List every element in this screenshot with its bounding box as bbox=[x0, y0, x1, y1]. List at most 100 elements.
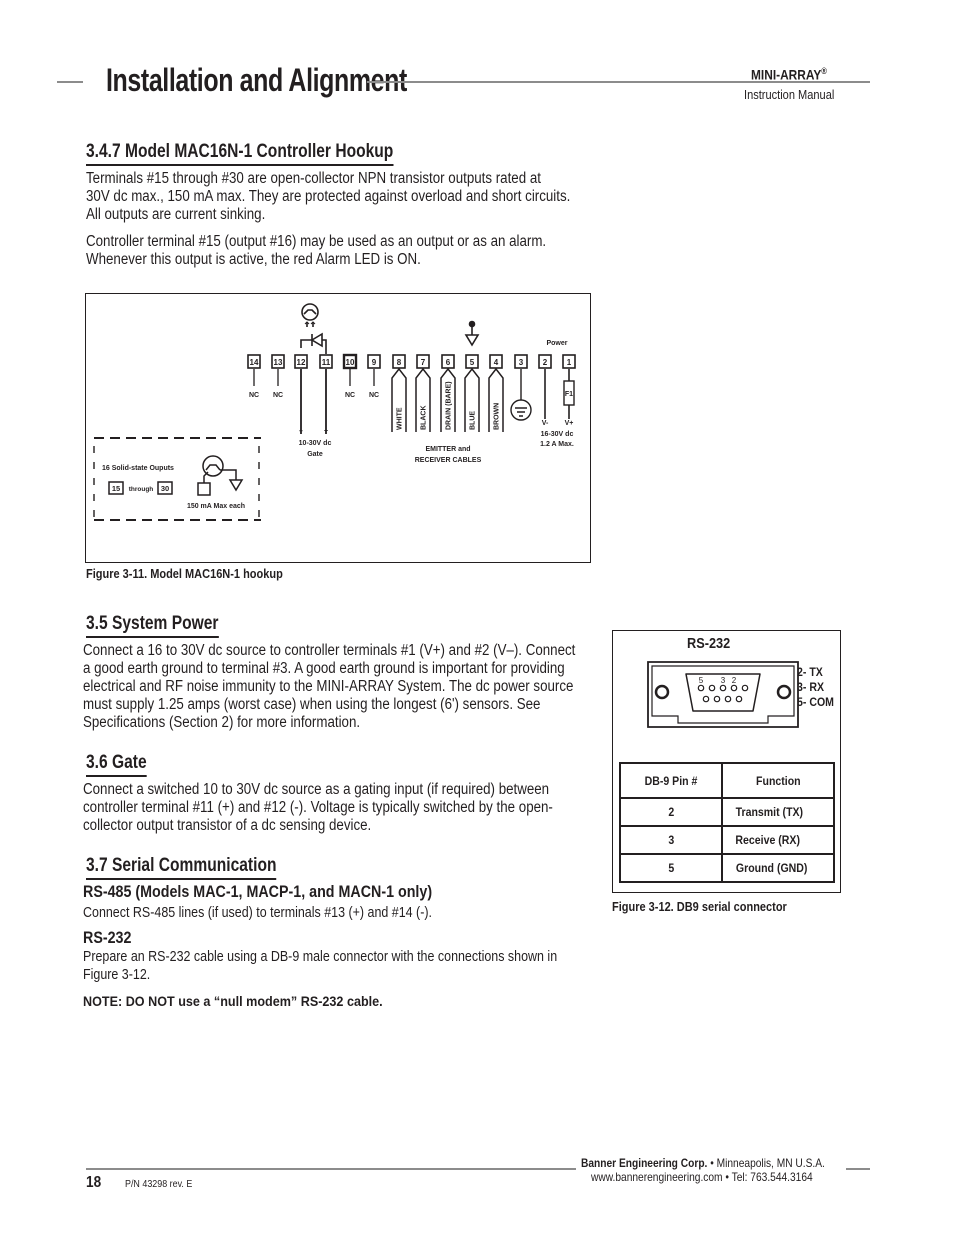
pin-label-3: 3 bbox=[721, 676, 726, 685]
page-title: Installation and Alignment bbox=[106, 62, 407, 98]
footer-rule-right bbox=[846, 1168, 870, 1170]
cable-color-label: BROWN bbox=[494, 403, 501, 430]
terminal-blocks: 14 13 12 11 10 9 8 7 6 5 4 3 2 1 bbox=[247, 353, 576, 370]
section-3-5-paragraph: Connect a 16 to 30V dc source to control… bbox=[83, 642, 575, 732]
text-line: electrical and RF noise immunity to the … bbox=[83, 678, 574, 695]
text-line: Specifications (Section 2) for more info… bbox=[83, 714, 361, 731]
section-heading-3-4-7: 3.4.7 Model MAC16N-1 Controller Hookup bbox=[86, 141, 394, 166]
pin-label-5: 5 bbox=[699, 676, 704, 685]
cables-label: RECEIVER CABLES bbox=[415, 457, 482, 464]
figure-3-11-caption: Figure 3-11. Model MAC16N-1 hookup bbox=[86, 567, 283, 581]
null-modem-note: NOTE: DO NOT use a “null modem” RS-232 c… bbox=[83, 993, 383, 1009]
text-line: Figure 3-12. bbox=[83, 967, 151, 983]
rs485-heading: RS-485 (Models MAC-1, MACP-1, and MACN-1… bbox=[83, 882, 433, 901]
section-heading-3-5: 3.5 System Power bbox=[86, 613, 219, 638]
cables-label: EMITTER and bbox=[425, 446, 470, 453]
v-plus-label: V+ bbox=[565, 420, 574, 427]
opto-transistor-icon bbox=[301, 303, 319, 327]
table-row: 2 Transmit (TX) bbox=[619, 797, 835, 827]
manual-subtitle: Instruction Manual bbox=[744, 87, 835, 102]
gate-minus-label: – bbox=[299, 428, 303, 435]
terminal-label-4: 4 bbox=[494, 358, 499, 367]
function-cell: Receive (RX) bbox=[721, 825, 835, 855]
cable-color-label: WHITE bbox=[397, 407, 404, 430]
text-line: Terminals #15 through #30 are open-colle… bbox=[86, 170, 541, 187]
section-heading-3-7: 3.7 Serial Communication bbox=[86, 855, 277, 880]
gate-plus-label: + bbox=[324, 428, 328, 435]
rs485-paragraph: Connect RS-485 lines (if used) to termin… bbox=[83, 904, 432, 922]
terminal-label-14: 14 bbox=[250, 358, 259, 367]
terminal-label-8: 8 bbox=[397, 358, 402, 367]
cable-color-label: DRAIN (BARE) bbox=[446, 381, 453, 430]
pin-cell: 2 bbox=[619, 797, 723, 827]
earth-ground-icon bbox=[510, 369, 532, 421]
header-rule-left bbox=[57, 81, 83, 83]
diode-icon bbox=[300, 332, 327, 354]
pin-label-2: 2 bbox=[732, 676, 737, 685]
section-3-6-paragraph: Connect a switched 10 to 30V dc source a… bbox=[83, 781, 553, 835]
outputs-from-label: 15 bbox=[112, 484, 120, 493]
terminal-label-11: 11 bbox=[322, 358, 331, 367]
terminal-label-1: 1 bbox=[567, 358, 572, 367]
table-row: 3 Receive (RX) bbox=[619, 825, 835, 855]
part-number: P/N 43298 rev. E bbox=[125, 1178, 193, 1190]
nc-label: NC bbox=[273, 392, 283, 399]
text-line: Connect RS-485 lines (if used) to termin… bbox=[83, 905, 432, 921]
nc-label: NC bbox=[369, 392, 379, 399]
contact-line: www.bannerengineering.com • Tel: 763.544… bbox=[591, 1170, 813, 1184]
pin-cell: 3 bbox=[619, 825, 723, 855]
function-cell: Transmit (TX) bbox=[721, 797, 835, 827]
shield-drain-arrow-icon bbox=[464, 320, 480, 347]
figure-3-12-db9-connector: RS-232 5 3 2 2- TX 3- RX 5- COM DB-9 Pin… bbox=[612, 630, 841, 893]
db9-pin-table: DB-9 Pin # Function 2 Transmit (TX) 3 Re… bbox=[619, 762, 835, 883]
section-3-4-7-paragraph-1: Terminals #15 through #30 are open-colle… bbox=[86, 170, 570, 224]
outputs-to-label: 30 bbox=[161, 484, 169, 493]
section-3-4-7-paragraph-2: Controller terminal #15 (output #16) may… bbox=[86, 233, 546, 269]
brand-name: MINI-ARRAY bbox=[751, 66, 822, 83]
company-location: • Minneapolis, MN U.S.A. bbox=[707, 1156, 825, 1170]
terminal-label-5: 5 bbox=[470, 358, 475, 367]
terminal-label-9: 9 bbox=[372, 358, 377, 367]
terminal-label-13: 13 bbox=[274, 358, 283, 367]
pin-mapping-list: 2- TX 3- RX 5- COM bbox=[797, 665, 834, 710]
nc-label: NC bbox=[249, 392, 259, 399]
terminal-label-6: 6 bbox=[446, 358, 451, 367]
outputs-rating-label: 150 mA Max each bbox=[187, 503, 245, 510]
db9-connector-icon: 5 3 2 bbox=[647, 661, 799, 728]
text-line: Connect a 16 to 30V dc source to control… bbox=[83, 642, 576, 659]
v-minus-label: V- bbox=[542, 420, 549, 427]
text-line: Connect a switched 10 to 30V dc source a… bbox=[83, 781, 550, 798]
terminal-label-3: 3 bbox=[519, 358, 524, 367]
power-label: Power bbox=[546, 340, 567, 347]
figure-3-11-hookup-diagram: 14 13 12 11 10 9 8 7 6 5 4 3 2 1 NC NC N… bbox=[85, 293, 591, 563]
text-line: 30V dc max., 150 mA max. They are protec… bbox=[86, 188, 571, 205]
power-spec: 1.2 A Max. bbox=[540, 441, 574, 448]
terminal-label-7: 7 bbox=[421, 358, 426, 367]
table-row: 5 Ground (GND) bbox=[619, 853, 835, 883]
outputs-label: 16 Solid-state Ouputs bbox=[102, 465, 174, 472]
rs232-paragraph: Prepare an RS-232 cable using a DB-9 mal… bbox=[83, 948, 557, 984]
rs232-heading: RS-232 bbox=[83, 928, 132, 947]
terminal-label-2: 2 bbox=[543, 358, 548, 367]
footer-rule-left bbox=[86, 1168, 576, 1170]
nc-wires bbox=[253, 369, 375, 386]
wiring-diagram: 14 13 12 11 10 9 8 7 6 5 4 3 2 1 NC NC N… bbox=[93, 303, 576, 521]
rs232-title: RS-232 bbox=[687, 635, 731, 652]
terminal-label-12: 12 bbox=[297, 358, 306, 367]
page-number: 18 bbox=[86, 1174, 102, 1191]
figure-3-12-caption: Figure 3-12. DB9 serial connector bbox=[612, 900, 787, 914]
pin-map-item: 5- COM bbox=[797, 695, 834, 709]
gate-wires bbox=[300, 369, 327, 434]
section-heading-3-6: 3.6 Gate bbox=[86, 752, 147, 777]
gate-spec: Gate bbox=[307, 451, 323, 458]
text-line: must supply 1.25 amps (worst case) when … bbox=[83, 696, 541, 713]
output-transistor-icon bbox=[197, 455, 244, 496]
pin-map-item: 3- RX bbox=[797, 680, 825, 694]
text-line: controller terminal #11 (+) and #12 (-).… bbox=[83, 799, 553, 816]
text-line: Prepare an RS-232 cable using a DB-9 mal… bbox=[83, 949, 558, 965]
product-brand: MINI-ARRAY® bbox=[751, 66, 827, 83]
text-line: a good earth ground to terminal #3. A go… bbox=[83, 660, 565, 677]
pin-cell: 5 bbox=[619, 853, 723, 883]
power-spec: 16-30V dc bbox=[541, 431, 574, 438]
gate-spec: 10-30V dc bbox=[299, 440, 332, 447]
